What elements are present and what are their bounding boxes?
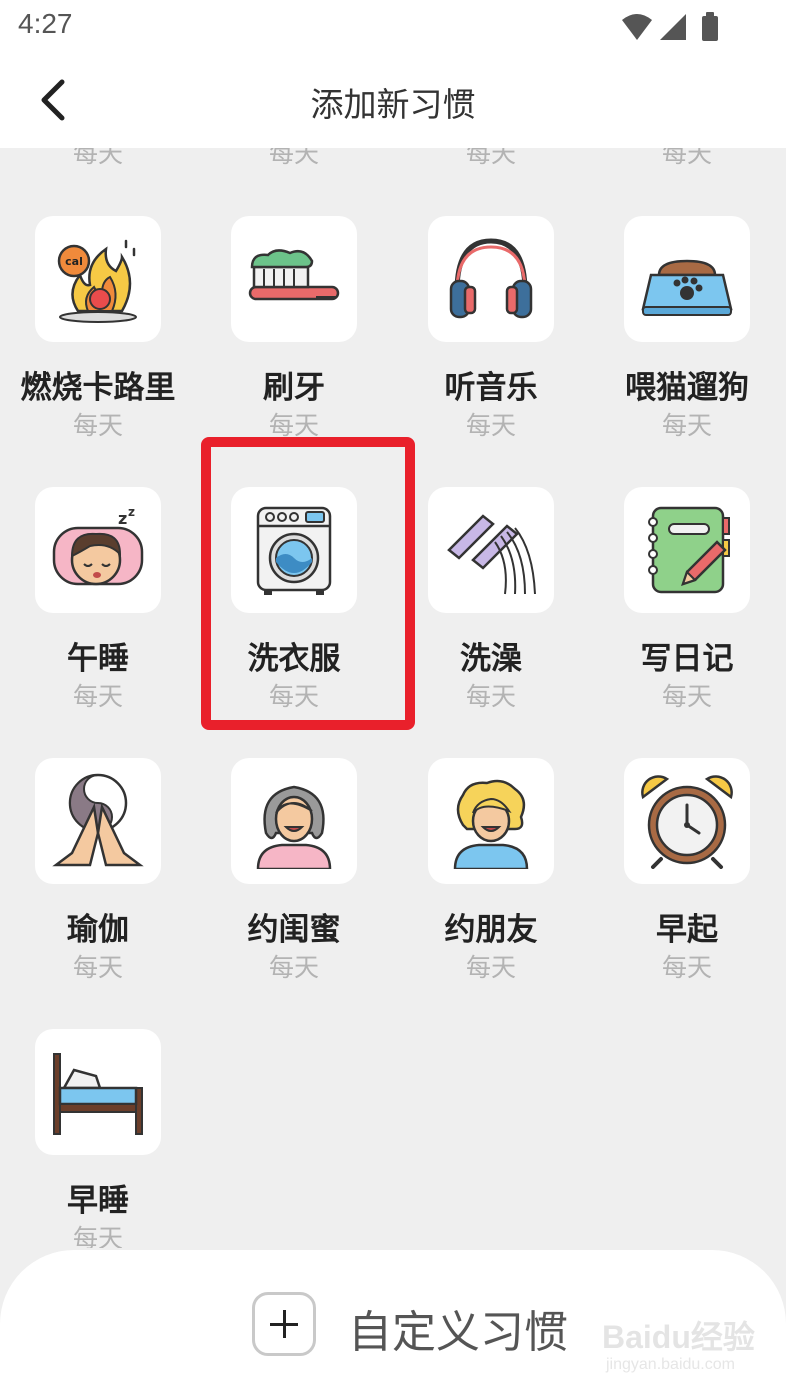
signal-icon bbox=[660, 14, 686, 40]
habit-icon-tile: cal bbox=[35, 216, 161, 342]
habit-frequency: 每天 bbox=[465, 682, 516, 711]
pet-bowl-icon bbox=[641, 259, 733, 316]
habit-frequency: 每天 bbox=[72, 953, 123, 982]
partial-frequency: 每天 bbox=[268, 148, 319, 168]
habit-frequency: 每天 bbox=[661, 682, 712, 711]
friend-icon bbox=[453, 779, 529, 869]
habit-icon-tile bbox=[231, 487, 357, 613]
diary-icon bbox=[648, 506, 730, 594]
girlfriend-icon bbox=[256, 785, 332, 869]
habit-name: 瑜伽 bbox=[67, 912, 129, 948]
bed-icon bbox=[53, 1053, 143, 1135]
habit-card-girlfriend[interactable]: 约闺蜜 每天 bbox=[196, 758, 392, 1018]
custom-habit-button[interactable]: 自定义习惯 bbox=[250, 1292, 610, 1362]
partial-habit-row: 每天 每天 每天 每天 bbox=[0, 148, 786, 168]
habit-name: 喂猫遛狗 bbox=[625, 370, 749, 406]
habit-frequency: 每天 bbox=[268, 411, 319, 440]
cal-text: cal bbox=[65, 255, 83, 268]
wifi-icon bbox=[622, 14, 652, 40]
custom-habit-label: 自定义习惯 bbox=[348, 1307, 568, 1358]
partial-frequency: 每天 bbox=[465, 148, 516, 168]
habit-frequency: 每天 bbox=[661, 411, 712, 440]
yoga-icon bbox=[52, 773, 144, 867]
status-icons bbox=[622, 12, 718, 41]
app-bar: 添加新习惯 bbox=[0, 52, 786, 148]
habit-icon-tile bbox=[428, 216, 554, 342]
washing-machine-icon bbox=[256, 506, 332, 595]
habit-icon-tile bbox=[35, 1029, 161, 1155]
habit-name: 早起 bbox=[656, 912, 718, 948]
habit-card-calories[interactable]: cal 燃烧卡路里 每天 bbox=[0, 216, 196, 476]
habit-frequency: 每天 bbox=[72, 411, 123, 440]
habit-frequency: 每天 bbox=[465, 411, 516, 440]
habit-card-diary[interactable]: 写日记 每天 bbox=[589, 487, 785, 747]
habit-icon-tile bbox=[624, 216, 750, 342]
habit-name: 早睡 bbox=[67, 1183, 129, 1219]
habit-icon-tile bbox=[428, 758, 554, 884]
habit-name: 刷牙 bbox=[263, 370, 325, 406]
svg-text:z: z bbox=[128, 505, 135, 519]
habit-card-shower[interactable]: 洗澡 每天 bbox=[393, 487, 589, 747]
partial-frequency: 每天 bbox=[661, 148, 712, 168]
habit-card-early-rise[interactable]: 早起 每天 bbox=[589, 758, 785, 1018]
habit-name: 约闺蜜 bbox=[247, 912, 341, 948]
habit-card-early-sleep[interactable]: 早睡 每天 bbox=[0, 1029, 196, 1248]
habit-frequency: 每天 bbox=[268, 953, 319, 982]
habit-frequency: 每天 bbox=[268, 682, 319, 711]
habit-card-nap[interactable]: z z 午睡 每天 bbox=[0, 487, 196, 747]
habit-icon-tile: z z bbox=[35, 487, 161, 613]
page-title: 添加新习惯 bbox=[310, 85, 476, 124]
habit-icon-tile bbox=[231, 216, 357, 342]
status-time: 4:27 bbox=[18, 8, 73, 39]
habit-card-yoga[interactable]: 瑜伽 每天 bbox=[0, 758, 196, 1018]
habit-name: 午睡 bbox=[67, 641, 129, 677]
habit-name: 洗衣服 bbox=[247, 641, 341, 677]
partial-frequency: 每天 bbox=[72, 148, 123, 168]
nap-icon: z z bbox=[52, 505, 144, 586]
calorie-fire-icon: cal bbox=[57, 239, 137, 323]
watermark-url: jingyan.baidu.com bbox=[606, 1356, 735, 1373]
habit-frequency: 每天 bbox=[72, 682, 123, 711]
toothbrush-icon bbox=[248, 249, 340, 301]
habit-card-friend[interactable]: 约朋友 每天 bbox=[393, 758, 589, 1018]
habit-name: 洗澡 bbox=[460, 641, 522, 677]
battery-icon bbox=[702, 12, 718, 41]
habit-name: 约朋友 bbox=[444, 912, 538, 948]
habit-frequency: 每天 bbox=[72, 1224, 123, 1248]
habit-name: 燃烧卡路里 bbox=[20, 370, 176, 406]
habit-card-laundry[interactable]: 洗衣服 每天 bbox=[196, 487, 392, 747]
status-bar: 4:27 bbox=[0, 0, 786, 52]
shower-icon bbox=[447, 514, 536, 595]
habit-icon-tile bbox=[231, 758, 357, 884]
habit-grid: 每天 每天 每天 每天 cal 燃烧卡路里 每天 刷牙 每天 听音乐 每天 喂猫… bbox=[0, 148, 786, 1248]
habit-card-music[interactable]: 听音乐 每天 bbox=[393, 216, 589, 476]
habit-frequency: 每天 bbox=[465, 953, 516, 982]
habit-name: 听音乐 bbox=[444, 370, 538, 406]
watermark-logo: Baidu经验 bbox=[602, 1319, 755, 1355]
habit-icon-tile bbox=[35, 758, 161, 884]
habit-card-brush-teeth[interactable]: 刷牙 每天 bbox=[196, 216, 392, 476]
watermark: Baidu经验 jingyan.baidu.com bbox=[602, 1312, 782, 1384]
habit-frequency: 每天 bbox=[661, 953, 712, 982]
habit-icon-tile bbox=[624, 758, 750, 884]
alarm-clock-icon bbox=[641, 775, 733, 869]
habit-card-pet[interactable]: 喂猫遛狗 每天 bbox=[589, 216, 785, 476]
svg-text:z: z bbox=[118, 509, 127, 528]
habit-icon-tile bbox=[428, 487, 554, 613]
habit-name: 写日记 bbox=[640, 641, 734, 677]
headphones-icon bbox=[449, 238, 533, 319]
plus-icon bbox=[252, 1292, 316, 1356]
habit-icon-tile bbox=[624, 487, 750, 613]
